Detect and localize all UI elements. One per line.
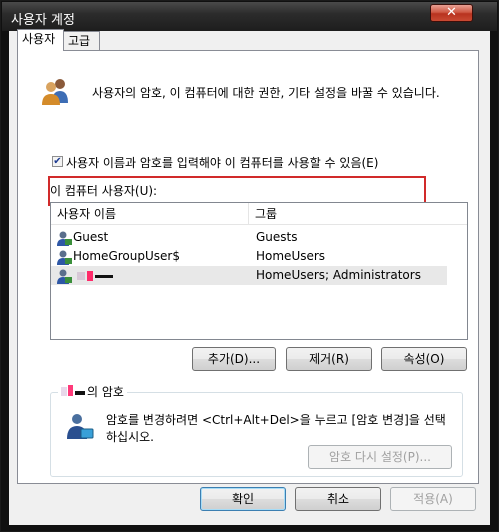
add-user-button[interactable]: 추가(D)... [192, 347, 276, 371]
users-tab-panel: 사용자의 암호, 이 컴퓨터에 대한 권한, 기타 설정을 바꿀 수 있습니다.… [17, 50, 479, 484]
table-row[interactable]: HomeGroupUser$ HomeUsers [51, 247, 447, 266]
dialog-client: 사용자 고급 사용자의 암호, 이 컴퓨터에 대한 권한, 기타 설정을 바꿀 … [9, 29, 490, 525]
tab-advanced-label: 고급 [68, 34, 91, 48]
user-name: HomeGroupUser$ [73, 249, 180, 263]
user-name: Guest [73, 230, 109, 244]
redacted-name [95, 275, 113, 278]
reset-password-button[interactable]: 암호 다시 설정(P)... [308, 445, 452, 469]
require-login-checkbox[interactable]: ✔ [52, 156, 63, 167]
password-group-title: 의 암호 [58, 383, 127, 399]
ok-button[interactable]: 확인 [200, 487, 286, 511]
redacted-name [61, 387, 67, 396]
window-title: 사용자 계정 [11, 13, 75, 28]
user-group: Guests [256, 230, 298, 244]
remove-user-button[interactable]: 제거(R) [286, 347, 372, 371]
redacted-name [87, 271, 93, 281]
user-group: HomeUsers [256, 249, 326, 263]
users-list[interactable]: 사용자 이름 그룹 Guest Guests HomeGroupUser$ Ho… [50, 202, 468, 340]
redacted-name [75, 390, 85, 395]
redacted-name [68, 385, 73, 396]
cancel-button[interactable]: 취소 [295, 487, 381, 511]
require-login-label[interactable]: 사용자 이름과 암호를 입력해야 이 컴퓨터를 사용할 수 있음(E) [66, 154, 378, 171]
tab-advanced[interactable]: 고급 [63, 31, 100, 52]
users-list-label: 이 컴퓨터 사용자(U): [50, 184, 158, 198]
users-icon [42, 79, 68, 105]
close-button[interactable]: ✕ [430, 4, 473, 22]
user-icon [57, 231, 72, 246]
password-group-title-text: 의 암호 [87, 385, 124, 399]
column-header-group-label: 그룹 [255, 207, 278, 221]
table-row-selected[interactable]: HomeUsers; Administrators [51, 266, 447, 285]
user-icon [57, 250, 72, 265]
user-icon [57, 269, 72, 284]
tab-users[interactable]: 사용자 [17, 29, 64, 51]
intro-text: 사용자의 암호, 이 컴퓨터에 대한 권한, 기타 설정을 바꿀 수 있습니다. [92, 86, 440, 100]
apply-button[interactable]: 적용(A) [390, 487, 476, 511]
user-key-icon [67, 414, 94, 439]
title-bar: 사용자 계정 ✕ [2, 2, 497, 31]
table-row[interactable]: Guest Guests [51, 228, 447, 247]
check-mark-icon: ✔ [53, 156, 62, 167]
column-header-name[interactable]: 사용자 이름 [51, 203, 249, 225]
user-group: HomeUsers; Administrators [256, 268, 421, 282]
dialog-window: 사용자 계정 ✕ 사용자 고급 사용자의 암호, 이 컴퓨터에 대한 권한, 기… [0, 0, 499, 532]
redacted-name [77, 272, 85, 280]
column-header-group[interactable]: 그룹 [249, 203, 467, 225]
properties-button[interactable]: 속성(O) [381, 347, 467, 371]
column-header-name-label: 사용자 이름 [57, 207, 117, 221]
password-instructions: 암호를 변경하려면 <Ctrl+Alt+Del>을 누르고 [암호 변경]을 선… [106, 413, 446, 444]
tab-users-label: 사용자 [22, 32, 56, 46]
